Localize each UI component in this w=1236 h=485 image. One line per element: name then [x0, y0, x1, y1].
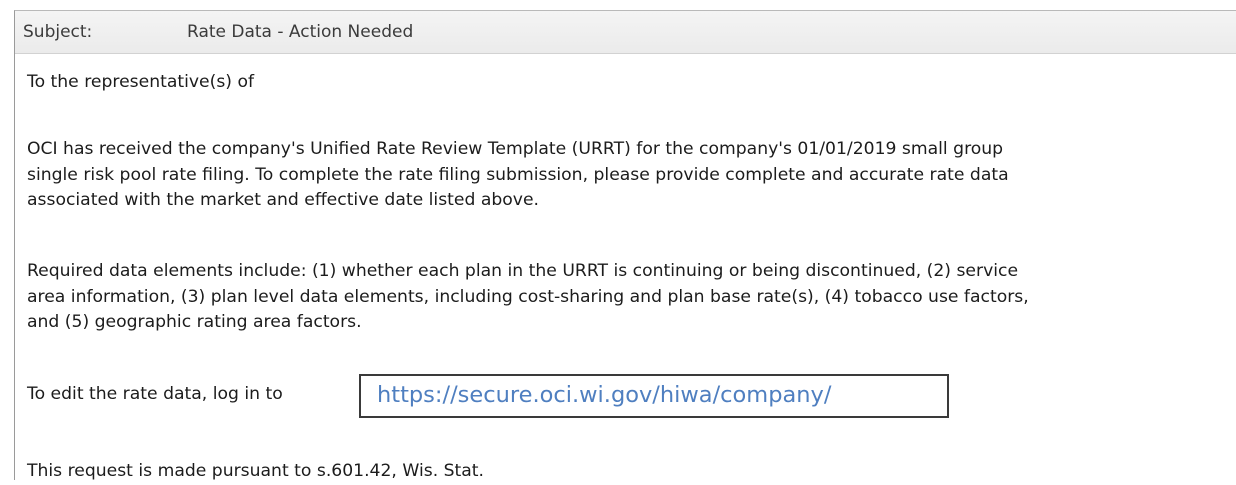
- subject-header: Subject: Rate Data - Action Needed: [15, 11, 1236, 54]
- paragraph-line: single risk pool rate filing. To complet…: [27, 164, 1009, 185]
- login-instruction: To edit the rate data, log in to: [27, 384, 283, 404]
- subject-label: Subject:: [23, 22, 93, 42]
- subject-value: Rate Data - Action Needed: [187, 22, 414, 42]
- greeting-line: To the representative(s) of: [27, 72, 255, 92]
- paragraph-line: associated with the market and effective…: [27, 190, 539, 210]
- paragraph-urrt-received: OCI has received the company's Unified R…: [27, 137, 1009, 214]
- paragraph-line: and (5) geographic rating area factors.: [27, 312, 362, 332]
- email-message: Subject: Rate Data - Action Needed To th…: [14, 10, 1236, 481]
- paragraph-line: area information, (3) plan level data el…: [27, 286, 1029, 307]
- paragraph-line: Required data elements include: (1) whet…: [27, 261, 1019, 281]
- paragraph-required-elements: Required data elements include: (1) whet…: [27, 259, 1029, 336]
- paragraph-line: OCI has received the company's Unified R…: [27, 139, 1004, 159]
- login-url-link[interactable]: https://secure.oci.wi.gov/hiwa/company/: [377, 383, 831, 409]
- login-url-box: https://secure.oci.wi.gov/hiwa/company/: [359, 374, 949, 418]
- closing-line: This request is made pursuant to s.601.4…: [27, 461, 485, 481]
